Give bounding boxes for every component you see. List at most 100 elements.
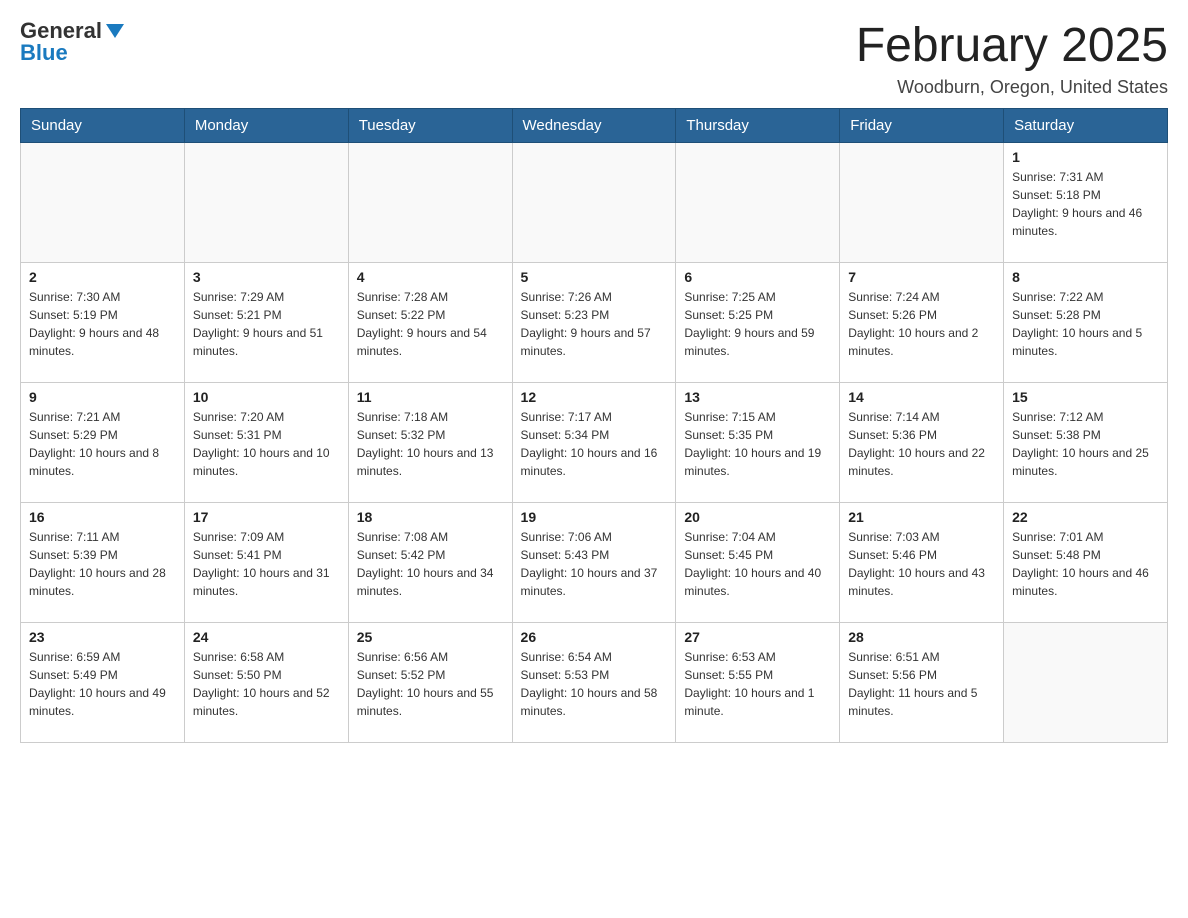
day-info: Sunrise: 7:04 AM Sunset: 5:45 PM Dayligh… [684, 528, 831, 600]
calendar-header: SundayMondayTuesdayWednesdayThursdayFrid… [21, 108, 1168, 142]
day-info: Sunrise: 7:09 AM Sunset: 5:41 PM Dayligh… [193, 528, 340, 600]
calendar-week-4: 16Sunrise: 7:11 AM Sunset: 5:39 PM Dayli… [21, 502, 1168, 622]
logo-general-text: General [20, 20, 102, 42]
day-number: 9 [29, 389, 176, 405]
day-number: 7 [848, 269, 995, 285]
day-number: 10 [193, 389, 340, 405]
day-info: Sunrise: 7:15 AM Sunset: 5:35 PM Dayligh… [684, 408, 831, 480]
calendar-cell: 12 Sunrise: 7:17 AM Sunset: 5:34 PM Dayli… [512, 382, 676, 502]
day-info: Sunrise: 7:24 AM Sunset: 5:26 PM Dayligh… [848, 288, 995, 360]
day-number: 18 [357, 509, 504, 525]
calendar-week-3: 9 Sunrise: 7:21 AM Sunset: 5:29 PM Daylig… [21, 382, 1168, 502]
day-info: Sunrise: 6:54 AM Sunset: 5:53 PM Dayligh… [521, 648, 668, 720]
calendar-cell: 9 Sunrise: 7:21 AM Sunset: 5:29 PM Daylig… [21, 382, 185, 502]
day-number: 23 [29, 629, 176, 645]
calendar-cell [348, 142, 512, 262]
day-info: Sunrise: 6:53 AM Sunset: 5:55 PM Dayligh… [684, 648, 831, 720]
day-info: Sunrise: 6:59 AM Sunset: 5:49 PM Dayligh… [29, 648, 176, 720]
calendar-table: SundayMondayTuesdayWednesdayThursdayFrid… [20, 108, 1168, 743]
calendar-cell: 11 Sunrise: 7:18 AM Sunset: 5:32 PM Dayli… [348, 382, 512, 502]
calendar-cell: 25Sunrise: 6:56 AM Sunset: 5:52 PM Dayli… [348, 622, 512, 742]
day-number: 1 [1012, 149, 1159, 165]
calendar-cell: 15 Sunrise: 7:12 AM Sunset: 5:38 PM Dayli… [1004, 382, 1168, 502]
day-number: 24 [193, 629, 340, 645]
weekday-header-row: SundayMondayTuesdayWednesdayThursdayFrid… [21, 108, 1168, 142]
calendar-cell: 24 Sunrise: 6:58 AM Sunset: 5:50 PM Dayli… [184, 622, 348, 742]
calendar-cell: 6 Sunrise: 7:25 AM Sunset: 5:25 PM Daylig… [676, 262, 840, 382]
weekday-header-wednesday: Wednesday [512, 108, 676, 142]
day-number: 20 [684, 509, 831, 525]
calendar-cell: 18 Sunrise: 7:08 AM Sunset: 5:42 PM Dayli… [348, 502, 512, 622]
calendar-cell: 21 Sunrise: 7:03 AM Sunset: 5:46 PM Dayli… [840, 502, 1004, 622]
calendar-cell: 8 Sunrise: 7:22 AM Sunset: 5:28 PM Daylig… [1004, 262, 1168, 382]
day-info: Sunrise: 7:17 AM Sunset: 5:34 PM Dayligh… [521, 408, 668, 480]
weekday-header-monday: Monday [184, 108, 348, 142]
calendar-cell [676, 142, 840, 262]
day-info: Sunrise: 7:18 AM Sunset: 5:32 PM Dayligh… [357, 408, 504, 480]
day-info: Sunrise: 7:25 AM Sunset: 5:25 PM Dayligh… [684, 288, 831, 360]
day-number: 26 [521, 629, 668, 645]
logo-blue-text: Blue [20, 42, 126, 64]
day-number: 3 [193, 269, 340, 285]
day-number: 12 [521, 389, 668, 405]
calendar-cell [21, 142, 185, 262]
calendar-body: 1Sunrise: 7:31 AM Sunset: 5:18 PM Daylig… [21, 142, 1168, 742]
calendar-cell: 7 Sunrise: 7:24 AM Sunset: 5:26 PM Daylig… [840, 262, 1004, 382]
weekday-header-thursday: Thursday [676, 108, 840, 142]
day-info: Sunrise: 7:12 AM Sunset: 5:38 PM Dayligh… [1012, 408, 1159, 480]
day-info: Sunrise: 6:51 AM Sunset: 5:56 PM Dayligh… [848, 648, 995, 720]
calendar-cell: 17 Sunrise: 7:09 AM Sunset: 5:41 PM Dayli… [184, 502, 348, 622]
day-info: Sunrise: 7:01 AM Sunset: 5:48 PM Dayligh… [1012, 528, 1159, 600]
calendar-cell: 2Sunrise: 7:30 AM Sunset: 5:19 PM Daylig… [21, 262, 185, 382]
calendar-cell [512, 142, 676, 262]
day-info: Sunrise: 7:06 AM Sunset: 5:43 PM Dayligh… [521, 528, 668, 600]
logo: General Blue [20, 20, 126, 64]
weekday-header-tuesday: Tuesday [348, 108, 512, 142]
day-number: 15 [1012, 389, 1159, 405]
calendar-cell: 28 Sunrise: 6:51 AM Sunset: 5:56 PM Dayli… [840, 622, 1004, 742]
day-info: Sunrise: 7:21 AM Sunset: 5:29 PM Dayligh… [29, 408, 176, 480]
day-number: 5 [521, 269, 668, 285]
day-number: 6 [684, 269, 831, 285]
title-section: February 2025 Woodburn, Oregon, United S… [856, 20, 1168, 98]
day-info: Sunrise: 6:58 AM Sunset: 5:50 PM Dayligh… [193, 648, 340, 720]
calendar-cell: 23 Sunrise: 6:59 AM Sunset: 5:49 PM Dayli… [21, 622, 185, 742]
day-number: 28 [848, 629, 995, 645]
day-info: Sunrise: 7:26 AM Sunset: 5:23 PM Dayligh… [521, 288, 668, 360]
day-number: 22 [1012, 509, 1159, 525]
calendar-cell [1004, 622, 1168, 742]
calendar-cell: 13 Sunrise: 7:15 AM Sunset: 5:35 PM Dayli… [676, 382, 840, 502]
day-info: Sunrise: 7:03 AM Sunset: 5:46 PM Dayligh… [848, 528, 995, 600]
calendar-cell: 10Sunrise: 7:20 AM Sunset: 5:31 PM Dayli… [184, 382, 348, 502]
day-number: 21 [848, 509, 995, 525]
weekday-header-sunday: Sunday [21, 108, 185, 142]
calendar-title: February 2025 [856, 20, 1168, 73]
calendar-cell: 1Sunrise: 7:31 AM Sunset: 5:18 PM Daylig… [1004, 142, 1168, 262]
day-info: Sunrise: 7:08 AM Sunset: 5:42 PM Dayligh… [357, 528, 504, 600]
day-info: Sunrise: 7:30 AM Sunset: 5:19 PM Dayligh… [29, 288, 176, 360]
day-info: Sunrise: 7:28 AM Sunset: 5:22 PM Dayligh… [357, 288, 504, 360]
calendar-cell: 3Sunrise: 7:29 AM Sunset: 5:21 PM Daylig… [184, 262, 348, 382]
day-number: 11 [357, 389, 504, 405]
day-number: 17 [193, 509, 340, 525]
day-info: Sunrise: 7:22 AM Sunset: 5:28 PM Dayligh… [1012, 288, 1159, 360]
calendar-subtitle: Woodburn, Oregon, United States [856, 77, 1168, 98]
weekday-header-saturday: Saturday [1004, 108, 1168, 142]
day-number: 27 [684, 629, 831, 645]
calendar-cell: 27 Sunrise: 6:53 AM Sunset: 5:55 PM Dayli… [676, 622, 840, 742]
day-number: 14 [848, 389, 995, 405]
page-header: General Blue February 2025 Woodburn, Ore… [20, 20, 1168, 98]
day-number: 13 [684, 389, 831, 405]
calendar-cell [840, 142, 1004, 262]
calendar-cell: 20 Sunrise: 7:04 AM Sunset: 5:45 PM Dayli… [676, 502, 840, 622]
day-info: Sunrise: 7:11 AM Sunset: 5:39 PM Dayligh… [29, 528, 176, 600]
day-number: 25 [357, 629, 504, 645]
calendar-cell: 19Sunrise: 7:06 AM Sunset: 5:43 PM Dayli… [512, 502, 676, 622]
calendar-cell: 16Sunrise: 7:11 AM Sunset: 5:39 PM Dayli… [21, 502, 185, 622]
day-number: 8 [1012, 269, 1159, 285]
calendar-week-1: 1Sunrise: 7:31 AM Sunset: 5:18 PM Daylig… [21, 142, 1168, 262]
calendar-cell [184, 142, 348, 262]
day-info: Sunrise: 7:14 AM Sunset: 5:36 PM Dayligh… [848, 408, 995, 480]
day-number: 4 [357, 269, 504, 285]
logo-text: General Blue [20, 20, 126, 64]
